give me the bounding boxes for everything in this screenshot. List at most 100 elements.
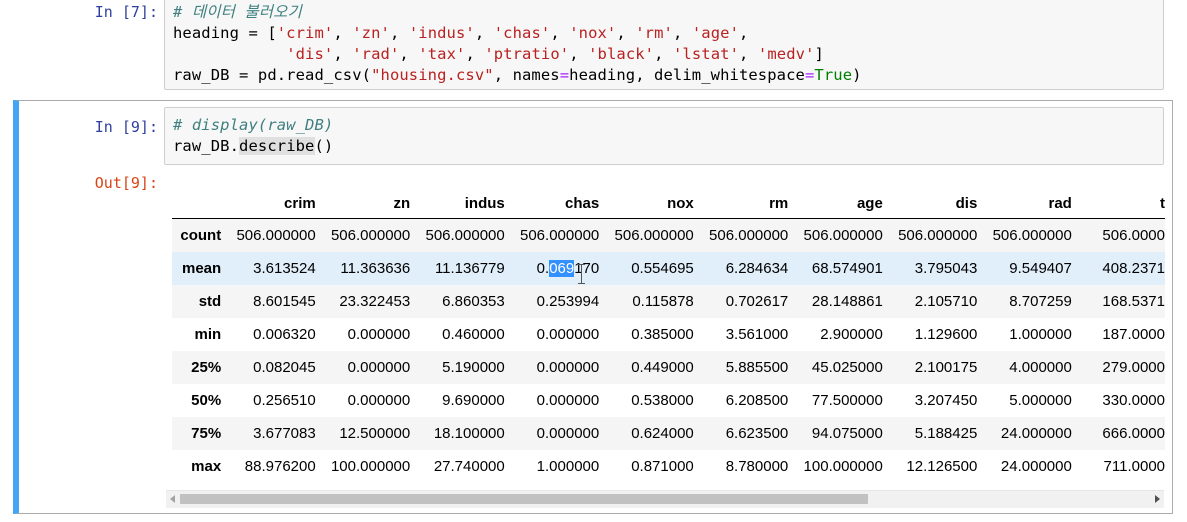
row-label: 75%: [191, 425, 222, 442]
code-line: # display(raw_DB): [173, 116, 334, 134]
index-header: [172, 188, 221, 219]
table-row: max 88.976200 100.000000 27.740000 1.000000 0…: [172, 450, 1165, 483]
scroll-right-arrow-icon[interactable]: [1155, 495, 1160, 503]
table-cell: 506.000000: [803, 227, 883, 244]
column-header: rm: [769, 194, 789, 212]
table-row: 25% 0.082045 0.000000 5.190000 0.000000 0.449…: [172, 351, 1165, 384]
scrollbar-thumb[interactable]: [180, 494, 868, 504]
column-header: age: [856, 194, 883, 212]
string-literal: 'rad': [352, 45, 400, 63]
table-row: count 506.000000 506.000000 506.000000 506.0…: [172, 218, 1165, 252]
row-label: min: [194, 326, 222, 343]
table-cell: 3.795043: [914, 260, 978, 277]
table-row: 50% 0.256510 0.000000 9.690000 0.000000 0.538…: [172, 384, 1165, 417]
code-editor[interactable]: # 데이터 불러오기 heading = ['crim', 'zn', 'ind…: [164, 0, 1164, 90]
table-cell: 0.000000: [536, 425, 600, 442]
text-selection: 069: [549, 260, 575, 277]
table-cell-selected-text: 0.069170: [536, 260, 600, 277]
column-header: rad: [1048, 194, 1072, 212]
column-header: dis: [955, 194, 978, 212]
table-cell: 0.256510: [253, 392, 316, 409]
row-label: 50%: [191, 392, 222, 409]
code-cell-7[interactable]: In [7]: # 데이터 불러오기 heading = ['crim', 'z…: [0, 0, 1187, 94]
column-header: indus: [464, 194, 505, 212]
string-literal: 'black': [588, 45, 655, 63]
table-cell: 0.449000: [631, 359, 694, 376]
table-cell: 2.105710: [914, 293, 978, 310]
table-cell: 0.385000: [631, 326, 694, 343]
table-cell: 2.100175: [914, 359, 978, 376]
table-cell: 4.000000: [1009, 359, 1072, 376]
horizontal-scrollbar[interactable]: [166, 490, 1164, 508]
table-cell: 506.0000: [1102, 227, 1165, 244]
input-prompt: In [9]:: [94, 118, 158, 136]
table-cell: 0.538000: [631, 392, 694, 409]
table-cell: 3.613524: [253, 260, 316, 277]
table-cell: 68.574901: [811, 260, 883, 277]
table-cell: 506.000000: [330, 227, 411, 244]
table-cell: 666.0000: [1102, 425, 1165, 442]
table-cell: 279.0000: [1102, 359, 1165, 376]
table-cell: 8.780000: [725, 458, 789, 475]
code-editor[interactable]: # display(raw_DB) raw_DB.describe(): [164, 107, 1164, 165]
table-cell: 12.126500: [906, 458, 978, 475]
table-cell: 5.190000: [442, 359, 505, 376]
column-header: crim: [284, 194, 316, 212]
table-cell: 6.860353: [442, 293, 505, 310]
table-cell: 6.208500: [725, 392, 789, 409]
table-cell: 18.100000: [433, 425, 505, 442]
table-cell: 94.075000: [811, 425, 883, 442]
table-cell: 506.000000: [709, 227, 789, 244]
string-literal: 'crim': [276, 24, 334, 42]
table-cell: 506.000000: [236, 227, 316, 244]
table-cell: 168.5371: [1102, 293, 1165, 310]
table-cell: 0.702617: [725, 293, 789, 310]
scroll-left-arrow-icon[interactable]: [170, 495, 175, 503]
table-cell: 0.000000: [536, 359, 600, 376]
table-cell: 5.885500: [725, 359, 789, 376]
table-cell: 8.707259: [1009, 293, 1072, 310]
input-prompt: In [7]:: [94, 3, 158, 21]
table-cell: 100.000000: [330, 458, 411, 475]
string-literal: 'medv': [757, 45, 815, 63]
string-literal: 'tax': [418, 45, 466, 63]
table-cell: 23.322453: [339, 293, 411, 310]
table-row: mean 3.613524 11.363636 11.136779 0.069170 0.…: [172, 252, 1165, 285]
row-label: mean: [182, 260, 222, 277]
output-area: crim zn indus chas nox rm age dis rad t count 506.…: [172, 188, 1165, 488]
table-cell: 506.000000: [898, 227, 978, 244]
string-literal: 'zn': [352, 24, 390, 42]
table-cell: 24.000000: [1000, 425, 1072, 442]
table-cell: 506.000000: [992, 227, 1072, 244]
table-cell: 506.000000: [425, 227, 505, 244]
table-cell: 0.871000: [631, 458, 694, 475]
column-header: zn: [393, 194, 411, 212]
table-row: 75% 3.677083 12.500000 18.100000 0.000000 0.6…: [172, 417, 1165, 450]
table-cell: 8.601545: [253, 293, 316, 310]
table-cell: 5.000000: [1009, 392, 1072, 409]
string-literal: 'chas': [493, 24, 551, 42]
table-cell: 2.900000: [820, 326, 883, 343]
table-cell: 11.136779: [434, 260, 505, 277]
table-cell: 5.188425: [914, 425, 978, 442]
row-label: max: [191, 458, 222, 475]
table-cell: 3.561000: [725, 326, 789, 343]
column-header: chas: [565, 194, 600, 212]
code-line: heading = ['crim', 'zn', 'indus', 'chas'…: [173, 24, 749, 42]
output-prompt: Out[9]:: [94, 174, 158, 192]
table-cell: 0.000000: [536, 326, 600, 343]
column-header: t: [1160, 194, 1165, 212]
table-cell: 0.624000: [631, 425, 694, 442]
table-cell: 9.549407: [1009, 260, 1072, 277]
table-cell: 12.500000: [339, 425, 411, 442]
table-cell: 0.000000: [347, 359, 411, 376]
code-line: raw_DB.describe(): [173, 137, 334, 155]
string-literal: 'age': [691, 24, 740, 42]
table-cell: 711.0000: [1103, 458, 1165, 475]
table-cell: 0.082045: [253, 359, 316, 376]
table-cell: 45.025000: [811, 359, 883, 376]
code-line: # 데이터 불러오기: [173, 3, 302, 21]
string-literal: 'indus': [408, 24, 475, 42]
string-literal: 'ptratio': [484, 45, 570, 63]
table-cell: 3.207450: [914, 392, 978, 409]
